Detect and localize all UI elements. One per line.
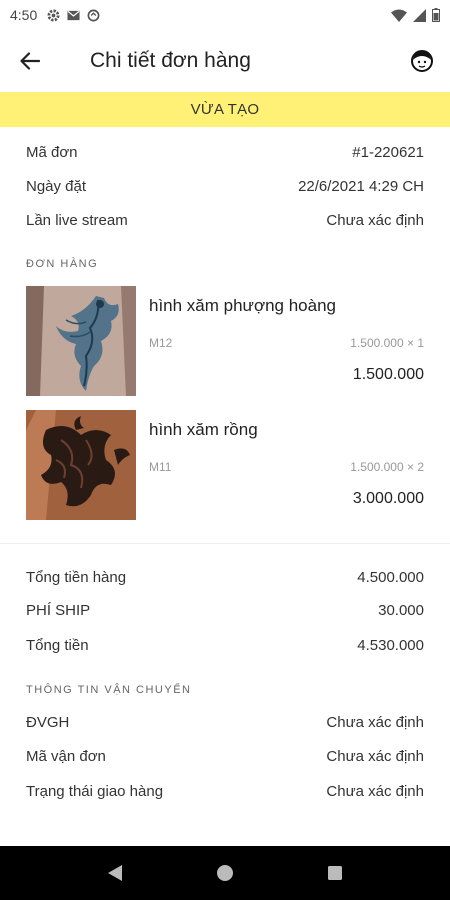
livestream-label: Lần live stream (26, 211, 128, 229)
mail-icon (67, 10, 80, 20)
grand-total-label: Tổng tiền (26, 636, 89, 654)
tracking-code-value: Chưa xác định (326, 747, 424, 765)
shipping-fee-row: PHÍ SHIP 30.000 (26, 598, 424, 622)
item-total: 1.500.000 (352, 366, 424, 383)
carrier-label: ĐVGH (26, 713, 70, 731)
nav-home-button[interactable] (205, 853, 245, 893)
carrier-value: Chưa xác định (326, 713, 424, 731)
order-date-row: Ngày đặt 22/6/2021 4:29 CH (26, 174, 424, 198)
grand-total-value: 4.530.000 (357, 636, 424, 654)
order-status-banner: VỪA TẠO (0, 92, 450, 127)
order-date-value: 22/6/2021 4:29 CH (298, 177, 424, 195)
nav-recents-button[interactable] (315, 853, 355, 893)
gear-icon (47, 8, 60, 22)
sync-icon (87, 9, 100, 21)
circle-home-icon (217, 865, 233, 881)
back-button[interactable] (0, 30, 60, 92)
arrow-left-icon (20, 52, 40, 70)
avatar-button[interactable] (394, 30, 450, 92)
subtotal-label: Tổng tiền hàng (26, 568, 127, 586)
shipping-section-title: THÔNG TIN VẬN CHUYỂN (26, 684, 192, 696)
system-nav-bar (0, 846, 450, 900)
livestream-value: Chưa xác định (326, 211, 424, 229)
app-bar: Chi tiết đơn hàng (0, 30, 450, 92)
items-section-title: ĐƠN HÀNG (26, 258, 99, 270)
delivery-status-row: Trạng thái giao hàng Chưa xác định (26, 779, 424, 803)
subtotal-value: 4.500.000 (357, 568, 424, 586)
shipping-fee-value: 30.000 (378, 601, 424, 619)
square-recents-icon (328, 866, 342, 880)
order-code-label: Mã đơn (26, 143, 78, 161)
signal-icon (413, 8, 426, 22)
status-time: 4:50 (10, 7, 38, 23)
list-item[interactable]: hình xăm phượng hoàng M12 1.500.000 × 1 … (26, 286, 424, 396)
item-name: hình xăm phượng hoàng (149, 296, 336, 315)
delivery-status-value: Chưa xác định (326, 782, 424, 800)
nav-back-button[interactable] (95, 853, 135, 893)
order-code-row: Mã đơn #1-220621 (26, 140, 424, 164)
item-total: 3.000.000 (352, 490, 424, 507)
status-bar: 4:50 (0, 0, 450, 30)
item-name: hình xăm rồng (149, 420, 258, 439)
list-item[interactable]: hình xăm rồng M11 1.500.000 × 2 3.000.00… (26, 410, 424, 520)
shipping-fee-label: PHÍ SHIP (26, 601, 91, 619)
triangle-back-icon (108, 865, 122, 881)
carrier-row: ĐVGH Chưa xác định (26, 710, 424, 734)
tracking-code-row: Mã vận đơn Chưa xác định (26, 744, 424, 768)
item-unit-price: 1.500.000 × 2 (350, 460, 424, 474)
battery-icon (432, 8, 440, 22)
grand-total-row: Tổng tiền 4.530.000 (26, 633, 424, 657)
page-title: Chi tiết đơn hàng (90, 49, 251, 72)
dragon-tattoo-image (26, 410, 136, 520)
item-code: M12 (149, 336, 173, 350)
livestream-row: Lần live stream Chưa xác định (26, 208, 424, 232)
divider (0, 543, 450, 544)
phoenix-tattoo-image (26, 286, 136, 396)
item-unit-price: 1.500.000 × 1 (350, 336, 424, 350)
item-code: M11 (149, 460, 172, 474)
subtotal-row: Tổng tiền hàng 4.500.000 (26, 565, 424, 589)
order-code-value: #1-220621 (352, 143, 424, 161)
order-date-label: Ngày đặt (26, 177, 87, 195)
delivery-status-label: Trạng thái giao hàng (26, 782, 164, 800)
tracking-code-label: Mã vận đơn (26, 747, 106, 765)
avatar-icon (411, 50, 433, 72)
wifi-icon (391, 9, 407, 22)
